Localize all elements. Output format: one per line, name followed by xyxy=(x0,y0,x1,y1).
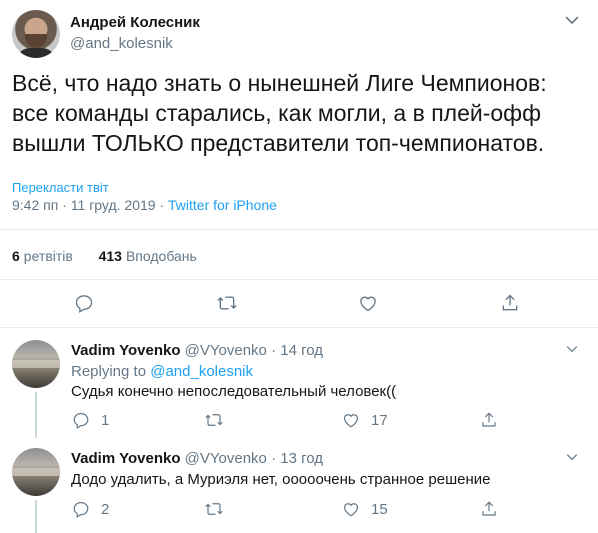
chevron-down-icon[interactable] xyxy=(566,345,578,353)
like-count: 17 xyxy=(371,412,388,429)
reply-separator: · xyxy=(271,450,277,467)
chevron-down-icon[interactable] xyxy=(565,15,579,25)
meta-separator-2: · xyxy=(159,197,165,213)
like-icon[interactable] xyxy=(342,500,360,518)
share-icon[interactable] xyxy=(480,411,498,429)
reply-header: Vadim Yovenko @VYovenko · 14 год xyxy=(71,342,323,359)
retweet-icon[interactable] xyxy=(216,293,238,313)
tweet-time[interactable]: 9:42 пп xyxy=(12,197,58,213)
avatar-shirt xyxy=(16,48,56,58)
translate-link[interactable]: Перекласти твіт xyxy=(12,180,109,195)
tweet-meta: 9:42 пп · 11 груд. 2019 · Twitter for iP… xyxy=(12,197,277,213)
chevron-down-icon[interactable] xyxy=(566,453,578,461)
retweets-count: 6 xyxy=(12,248,20,264)
reply-author-handle[interactable]: @VYovenko xyxy=(185,342,267,359)
retweets-label: ретвітів xyxy=(23,248,73,264)
reply-icon[interactable] xyxy=(74,293,94,313)
author-name[interactable]: Андрей Колесник xyxy=(70,14,200,31)
reply-count: 2 xyxy=(101,501,110,518)
like-icon[interactable] xyxy=(342,411,360,429)
share-icon[interactable] xyxy=(500,293,520,313)
reply-icon[interactable] xyxy=(72,411,90,429)
reply-header: Vadim Yovenko @VYovenko · 13 год xyxy=(71,450,323,467)
author-avatar[interactable] xyxy=(12,10,60,58)
reply-avatar[interactable] xyxy=(12,340,60,388)
author-handle[interactable]: @and_kolesnik xyxy=(70,35,173,52)
share-icon[interactable] xyxy=(480,500,498,518)
like-count: 15 xyxy=(371,501,388,518)
replying-prefix: Replying to xyxy=(71,363,147,380)
tweet-source[interactable]: Twitter for iPhone xyxy=(168,197,277,213)
reply-text: Додо удалить, а Муриэля нет, ооооочень с… xyxy=(71,471,491,488)
thread-line xyxy=(35,392,37,438)
divider xyxy=(0,327,598,328)
meta-separator: · xyxy=(62,197,67,213)
divider xyxy=(0,279,598,280)
tweet-text: Всё, что надо знать о нынешней Лиге Чемп… xyxy=(12,70,547,156)
tweet-date[interactable]: 11 груд. 2019 xyxy=(71,197,156,213)
likes-count: 413 xyxy=(98,248,122,264)
reply-count: 1 xyxy=(101,412,110,429)
reply-author-name[interactable]: Vadim Yovenko xyxy=(71,450,181,467)
replying-mention[interactable]: @and_kolesnik xyxy=(150,363,253,380)
reply-author-handle[interactable]: @VYovenko xyxy=(185,450,267,467)
thread-line xyxy=(35,500,37,533)
avatar-stadium-band xyxy=(12,468,60,476)
like-icon[interactable] xyxy=(358,293,378,313)
retweet-icon[interactable] xyxy=(204,411,224,429)
retweets-stat[interactable]: 6 ретвітів xyxy=(12,248,73,264)
reply-text: Судья конечно непоследовательный человек… xyxy=(71,383,397,400)
reply-author-name[interactable]: Vadim Yovenko xyxy=(71,342,181,359)
avatar-stadium-band xyxy=(12,360,60,368)
likes-label: Вподобань xyxy=(125,248,197,264)
replying-to: Replying to @and_kolesnik xyxy=(71,363,253,380)
tweet-stats: 6 ретвітів 413 Вподобань xyxy=(12,248,197,264)
reply-icon[interactable] xyxy=(72,500,90,518)
likes-stat[interactable]: 413 Вподобань xyxy=(99,248,197,264)
reply-age[interactable]: 14 год xyxy=(280,342,323,359)
avatar-beard xyxy=(25,34,47,48)
retweet-icon[interactable] xyxy=(204,500,224,518)
reply-separator: · xyxy=(271,342,277,359)
divider xyxy=(0,229,598,230)
reply-avatar[interactable] xyxy=(12,448,60,496)
reply-age[interactable]: 13 год xyxy=(280,450,323,467)
